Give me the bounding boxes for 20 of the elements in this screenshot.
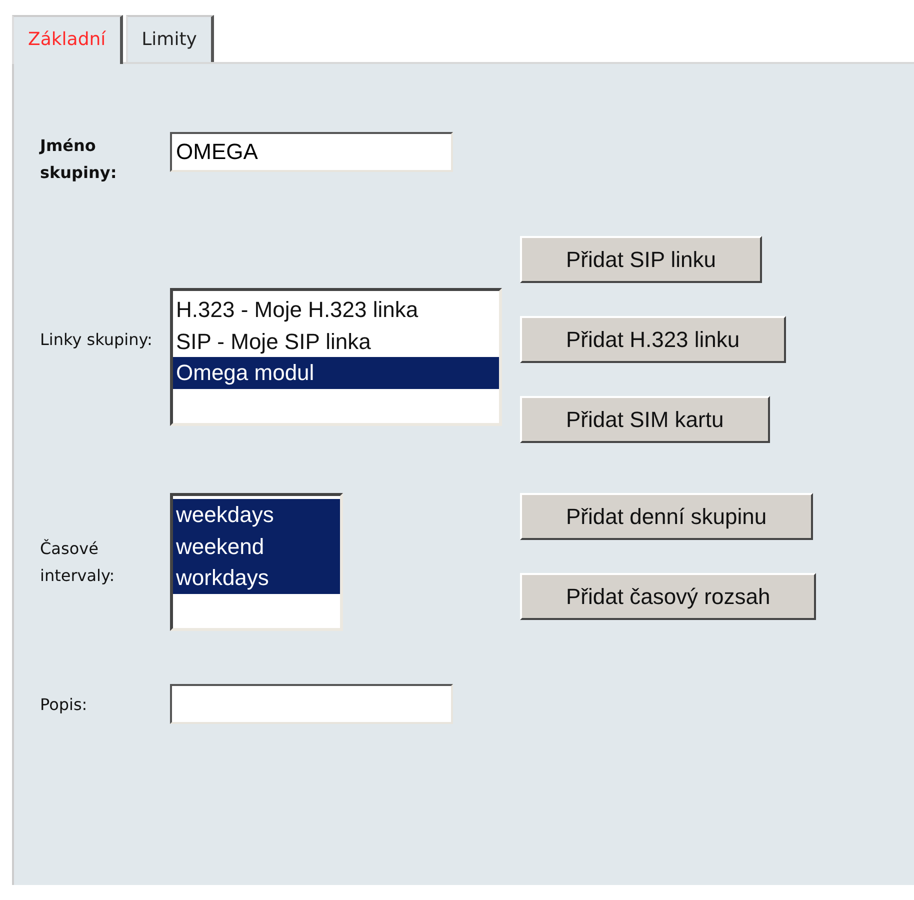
add-button[interactable]: Přidat časový rozsah [520,573,816,620]
add-button[interactable]: Přidat denní skupinu [520,493,813,540]
list-option[interactable]: Omega modul [173,357,499,388]
list-option[interactable]: workdays [173,562,340,594]
field-label: Linky skupiny: [40,329,154,351]
add-button[interactable]: Přidat SIP linku [520,236,762,283]
list-box[interactable]: weekdays weekend workdays [170,493,343,631]
tab[interactable]: Limity [126,15,214,62]
group-name-field[interactable]: OMEGA [170,132,453,172]
field-label: Časové intervaly: [40,538,116,587]
description-field[interactable] [170,684,453,724]
list-option[interactable]: weekend [173,530,340,562]
field-label: Popis: [40,694,88,716]
add-button[interactable]: Přidat H.323 linku [520,316,786,363]
list-box[interactable]: H.323 - Moje H.323 linka SIP - Moje SIP linka Omega modul [170,288,502,426]
field-label: Jméno skupiny: [40,135,118,184]
list-option[interactable]: H.323 - Moje H.323 linka [173,294,499,326]
add-button[interactable]: Přidat SIM kartu [520,396,770,443]
list-option[interactable]: weekdays [173,499,340,530]
list-option[interactable]: SIP - Moje SIP linka [173,326,499,357]
